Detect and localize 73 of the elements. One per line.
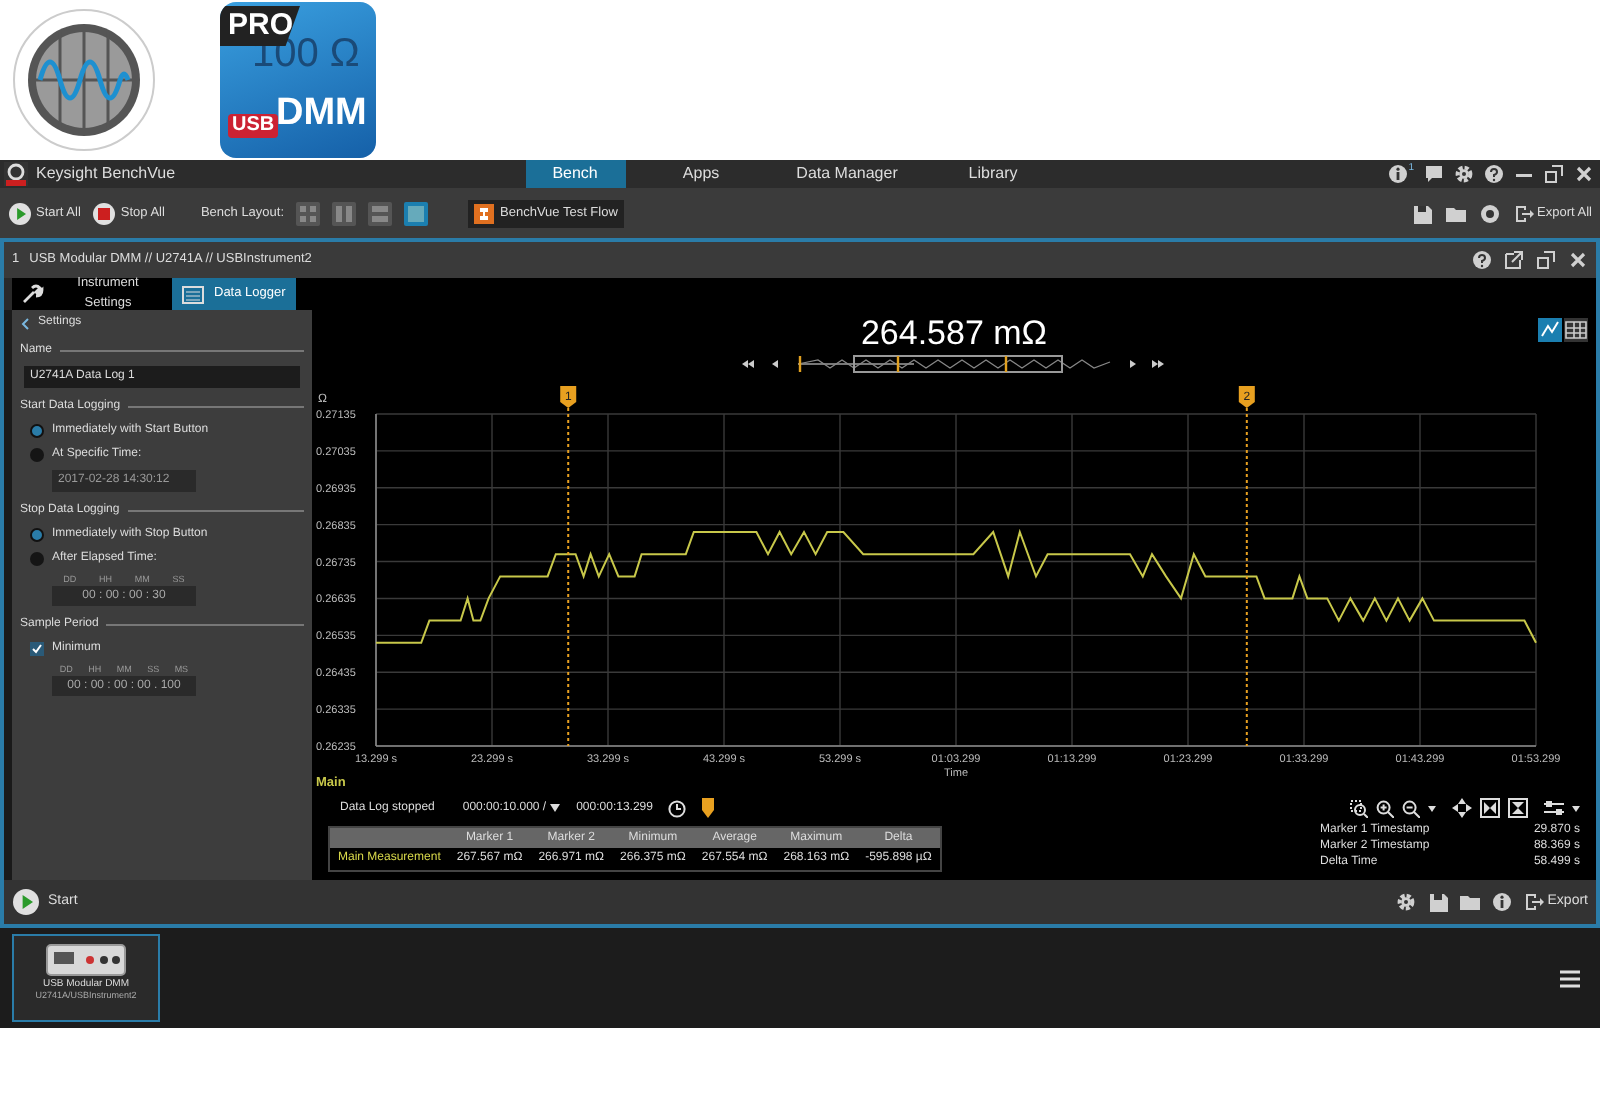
popout-icon[interactable] bbox=[1504, 250, 1524, 270]
nav-tab[interactable]: Apps bbox=[651, 160, 752, 188]
restore-icon[interactable] bbox=[1544, 164, 1564, 184]
skip-back-icon[interactable] bbox=[740, 358, 756, 370]
fit-all-icon[interactable] bbox=[1452, 798, 1472, 818]
zoom-in-icon[interactable] bbox=[1376, 799, 1394, 817]
check-icon bbox=[32, 644, 42, 654]
play-icon bbox=[12, 888, 40, 916]
nav-tab[interactable]: Library bbox=[943, 160, 1044, 188]
marker-icon[interactable] bbox=[702, 798, 715, 818]
layout-button[interactable] bbox=[368, 201, 393, 225]
close-icon[interactable] bbox=[1568, 250, 1588, 270]
step-back-icon[interactable] bbox=[768, 358, 782, 370]
settings-icon[interactable] bbox=[1395, 892, 1416, 912]
icon-label: DMM bbox=[276, 94, 367, 132]
clock-icon[interactable] bbox=[668, 799, 687, 817]
logger-icon bbox=[182, 283, 204, 305]
view-toggle[interactable] bbox=[1538, 318, 1562, 342]
flow-icon bbox=[474, 203, 495, 223]
export-icon bbox=[1513, 203, 1534, 223]
view-toggle[interactable] bbox=[1564, 318, 1588, 342]
window-title: Keysight BenchVue bbox=[36, 162, 176, 186]
radio-button[interactable] bbox=[30, 448, 44, 462]
folder-icon[interactable] bbox=[1445, 203, 1466, 223]
cursor-icon[interactable] bbox=[1544, 800, 1564, 816]
caret-icon bbox=[550, 804, 561, 812]
fit-width-icon[interactable] bbox=[1508, 798, 1528, 818]
info-icon[interactable] bbox=[1388, 164, 1409, 184]
checkbox[interactable] bbox=[30, 642, 44, 656]
step-forward-icon[interactable] bbox=[1126, 358, 1140, 370]
measurement-reading: 264.587 mΩ bbox=[860, 314, 1048, 354]
settings-icon[interactable] bbox=[1454, 164, 1474, 184]
nav-tab[interactable]: Bench bbox=[525, 160, 626, 188]
circle-icon[interactable] bbox=[1479, 203, 1500, 223]
caret-icon bbox=[1572, 805, 1580, 811]
layout-button[interactable] bbox=[296, 201, 321, 225]
radio-button[interactable] bbox=[30, 424, 44, 438]
layout-button[interactable] bbox=[404, 201, 429, 225]
menu-icon[interactable] bbox=[1560, 969, 1580, 987]
device-drawing bbox=[46, 944, 126, 976]
table-header bbox=[330, 828, 449, 848]
chat-icon[interactable] bbox=[1424, 164, 1444, 184]
wrench-icon bbox=[22, 283, 44, 305]
layout-button[interactable] bbox=[332, 201, 357, 225]
save-icon[interactable] bbox=[1411, 203, 1432, 223]
layout-icon bbox=[296, 201, 321, 225]
fit-height-icon[interactable] bbox=[1480, 798, 1500, 818]
radio-button[interactable] bbox=[30, 552, 44, 566]
layout-icon bbox=[404, 201, 429, 225]
chart-view-icon bbox=[1538, 318, 1562, 342]
restore-icon[interactable] bbox=[1536, 250, 1556, 270]
info-icon[interactable] bbox=[1491, 892, 1512, 912]
caret-icon bbox=[1428, 805, 1436, 811]
skip-forward-icon[interactable] bbox=[1152, 358, 1168, 370]
zoom-out-icon[interactable] bbox=[1402, 799, 1420, 817]
overview-drawing[interactable] bbox=[794, 354, 1114, 374]
play-icon bbox=[8, 201, 32, 225]
oscilloscope-app-icon bbox=[12, 8, 156, 152]
help-icon[interactable] bbox=[1472, 250, 1492, 270]
collapse-icon[interactable] bbox=[20, 317, 32, 329]
zoom-region-icon[interactable] bbox=[1350, 799, 1368, 817]
table-view-icon bbox=[1564, 318, 1588, 342]
help-icon[interactable] bbox=[1484, 164, 1504, 184]
nav-tab[interactable]: Data Manager bbox=[777, 160, 918, 188]
radio-button[interactable] bbox=[30, 528, 44, 542]
usb-tag: USB bbox=[228, 114, 279, 138]
layout-icon bbox=[368, 201, 393, 225]
export-icon bbox=[1523, 892, 1544, 912]
close-icon[interactable] bbox=[1574, 164, 1594, 184]
save-icon[interactable] bbox=[1427, 892, 1448, 912]
stop-icon bbox=[92, 201, 117, 225]
layout-icon bbox=[332, 201, 357, 225]
folder-icon[interactable] bbox=[1459, 892, 1480, 912]
